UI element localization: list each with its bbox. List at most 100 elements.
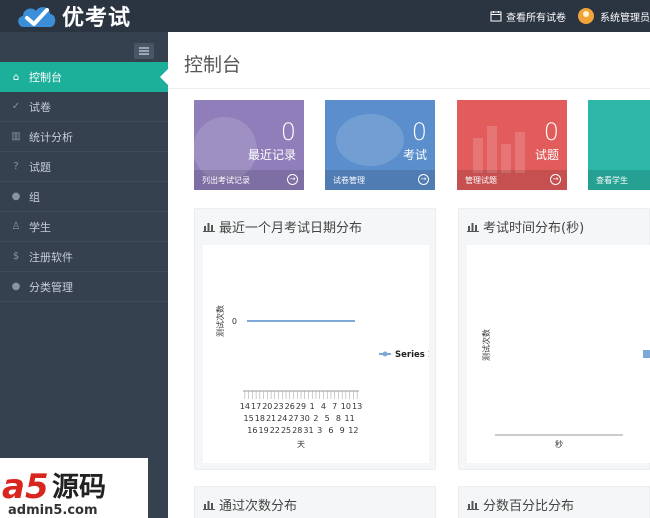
x-axis-label: 天 <box>297 440 305 449</box>
brand-name: 优考试 <box>62 6 132 31</box>
bar-chart-icon <box>467 222 479 232</box>
page-title: 控制台 <box>184 54 242 76</box>
x-tick-label: 10 <box>341 402 351 411</box>
sidebar-item-categories[interactable]: ● 分类管理 <box>0 272 168 302</box>
y-axis-label: 测试次数 <box>481 329 491 361</box>
stat-value: 0 <box>280 118 296 146</box>
x-tick-label: 3 <box>317 426 322 435</box>
sidebar-item-exams[interactable]: ✓ 试卷 <box>0 92 168 122</box>
x-tick-label: 26 <box>285 402 295 411</box>
x-tick-label: 21 <box>266 414 276 423</box>
divider <box>168 88 650 89</box>
calendar-icon <box>490 11 502 22</box>
x-tick-label: 13 <box>352 402 362 411</box>
stat-value: 0 <box>543 118 559 146</box>
stat-card-students[interactable]: 查看学生 <box>588 100 650 190</box>
x-tick-label: 12 <box>348 426 358 435</box>
x-tick-label: 20 <box>262 402 272 411</box>
x-tick-label: 16 <box>247 426 257 435</box>
users-icon: ● <box>11 191 21 202</box>
sidebar-item-groups[interactable]: ● 组 <box>0 182 168 212</box>
legend-label: Series 1 <box>395 350 429 360</box>
sidebar-item-statistics[interactable]: ▥ 统计分析 <box>0 122 168 152</box>
sidebar-item-register[interactable]: $ 注册软件 <box>0 242 168 272</box>
panel-title: 考试时间分布(秒) <box>467 217 584 236</box>
stat-link-label: 管理试题 <box>465 175 497 185</box>
top-nav: 查看所有试卷 系统管理员 <box>478 0 650 32</box>
svg-text:a5: a5 <box>2 467 49 507</box>
stat-card-questions[interactable]: 0 试题 管理试题 → <box>457 100 567 190</box>
stat-card-recent-records[interactable]: 0 最近记录 列出考试记录 → <box>194 100 304 190</box>
comment-icon <box>336 114 404 166</box>
x-tick-label: 24 <box>277 414 287 423</box>
hamburger-icon <box>139 47 149 49</box>
x-tick-label: 6 <box>328 426 333 435</box>
dollar-icon: $ <box>12 251 20 262</box>
stat-label: 考试 <box>402 148 427 162</box>
sidebar-toggle-button[interactable] <box>134 43 154 59</box>
x-tick-label: 29 <box>296 402 306 411</box>
sidebar-item-label: 控制台 <box>29 71 62 84</box>
y-axis-label: 测试次数 <box>215 305 225 337</box>
stat-link-view-students[interactable]: 查看学生 <box>588 170 650 190</box>
panel-title: 分数百分比分布 <box>467 495 574 514</box>
sidebar-item-label: 分类管理 <box>29 280 73 294</box>
svg-text:源码: 源码 <box>52 472 106 503</box>
stat-link-label: 列出考试记录 <box>202 175 250 185</box>
chart-time-distribution: 测试次数秒 <box>467 245 650 463</box>
bar-chart-icon <box>203 500 215 510</box>
watermark: a5 源码 admin5.com <box>0 458 148 518</box>
stat-link-exam-management[interactable]: 试卷管理 → <box>325 170 435 190</box>
panel-title-text: 考试时间分布(秒) <box>483 221 585 236</box>
view-all-exams-link[interactable]: 查看所有试卷 <box>490 9 566 24</box>
x-tick-label: 15 <box>244 414 254 423</box>
x-axis-label: 秒 <box>555 439 563 449</box>
users-icon: ● <box>11 281 21 292</box>
sidebar-item-dashboard[interactable]: ⌂ 控制台 <box>0 62 168 92</box>
home-icon: ⌂ <box>12 71 20 83</box>
bar-chart-icon <box>467 500 479 510</box>
x-tick-label: 1 <box>310 402 315 411</box>
stat-card-exams[interactable]: 0 考试 试卷管理 → <box>325 100 435 190</box>
y-tick-label: 0 <box>232 317 237 326</box>
bar-chart-icon: ▥ <box>11 131 21 142</box>
stat-link-label: 试卷管理 <box>333 175 365 185</box>
stat-label: 试题 <box>534 148 559 162</box>
panel-date-distribution: 最近一个月考试日期分布 测试次数 0 14 15 16 17 18 19 20 21 22 23 24 2… <box>194 208 436 470</box>
brand[interactable]: 优考试 <box>14 0 131 32</box>
sidebar-item-label: 统计分析 <box>29 130 73 144</box>
panel-title: 最近一个月考试日期分布 <box>203 217 362 236</box>
sidebar-menu: ⌂ 控制台 ✓ 试卷 ▥ 统计分析 ? 试题 ● 组 ♙ 学生 $ 注册软件 ●… <box>0 62 168 302</box>
question-circle-icon: ? <box>13 161 19 172</box>
legend-swatch <box>643 350 650 358</box>
x-tick-label: 8 <box>336 414 341 423</box>
main-content: 控制台 0 最近记录 列出考试记录 → 0 考试 试卷管理 → 0 试题 管理试… <box>168 32 650 518</box>
user-menu[interactable]: 系统管理员 <box>578 8 650 24</box>
stat-label: 最近记录 <box>247 148 296 162</box>
legend-marker <box>382 351 388 357</box>
x-tick-label: 22 <box>270 426 280 435</box>
panel-time-distribution: 考试时间分布(秒) 测试次数秒 <box>458 208 650 470</box>
sidebar-item-label: 学生 <box>29 220 51 234</box>
x-tick-label: 23 <box>273 402 283 411</box>
sidebar-item-label: 注册软件 <box>29 250 73 264</box>
sidebar-item-label: 试题 <box>29 160 51 174</box>
x-tick-label: 9 <box>340 426 345 435</box>
stat-link-records[interactable]: 列出考试记录 → <box>194 170 304 190</box>
app-window: 优考试 查看所有试卷 系统管理员 ⌂ 控制台 ✓ 试卷 ▥ 统计分析 ? 试题 … <box>0 0 650 518</box>
sidebar-item-questions[interactable]: ? 试题 <box>0 152 168 182</box>
x-tick-label: 27 <box>288 414 298 423</box>
sidebar-item-students[interactable]: ♙ 学生 <box>0 212 168 242</box>
arrow-right-icon: → <box>418 174 429 185</box>
panel-title-text: 最近一个月考试日期分布 <box>219 221 363 236</box>
x-tick-label: 18 <box>255 414 265 423</box>
panel-percent-distribution: 分数百分比分布 <box>458 486 650 518</box>
avatar <box>578 8 594 24</box>
view-all-exams-label: 查看所有试卷 <box>506 12 566 24</box>
x-tick-label: 30 <box>300 414 310 423</box>
x-tick-label: 5 <box>325 414 330 423</box>
stat-link-label: 查看学生 <box>596 175 628 185</box>
x-tick-label: 2 <box>313 414 318 423</box>
stat-link-question-management[interactable]: 管理试题 → <box>457 170 567 190</box>
x-tick-label: 7 <box>332 402 337 411</box>
